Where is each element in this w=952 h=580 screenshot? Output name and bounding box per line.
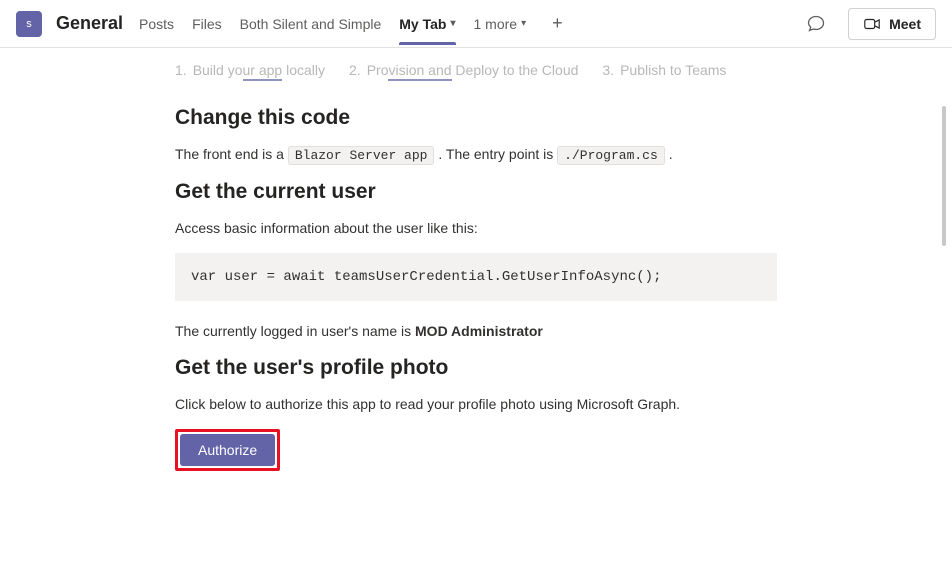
tab-both-silent-simple[interactable]: Both Silent and Simple	[240, 4, 382, 44]
chevron-down-icon: ▾	[521, 18, 526, 29]
tab-posts[interactable]: Posts	[139, 4, 174, 44]
heading-get-user: Get the current user	[175, 180, 777, 204]
step-2[interactable]: 2. Provision and Deploy to the Cloud	[349, 62, 578, 78]
channel-name[interactable]: General	[56, 13, 123, 34]
tab-list: Posts Files Both Silent and Simple My Ta…	[139, 4, 796, 44]
header-actions: Meet	[800, 8, 936, 40]
change-code-text: The front end is a Blazor Server app . T…	[175, 144, 777, 166]
heading-profile-photo: Get the user's profile photo	[175, 356, 777, 380]
logged-in-name: MOD Administrator	[415, 323, 543, 339]
step-3[interactable]: 3. Publish to Teams	[602, 62, 726, 78]
video-icon	[863, 15, 881, 33]
channel-header: s General Posts Files Both Silent and Si…	[0, 0, 952, 48]
step-nav: 1. Build your app locally 2. Provision a…	[175, 48, 777, 78]
chat-icon[interactable]	[800, 8, 832, 40]
highlight-annotation: Authorize	[175, 429, 280, 471]
profile-photo-intro: Click below to authorize this app to rea…	[175, 394, 777, 415]
get-user-intro: Access basic information about the user …	[175, 218, 777, 239]
meet-label: Meet	[889, 16, 921, 32]
tab-label: My Tab	[399, 16, 446, 32]
chevron-down-icon: ▾	[450, 18, 455, 29]
logged-in-text: The currently logged in user's name is M…	[175, 321, 777, 342]
tab-files[interactable]: Files	[192, 4, 222, 44]
code-blazor: Blazor Server app	[288, 146, 435, 165]
tab-more[interactable]: 1 more ▾	[474, 4, 527, 44]
scrollbar[interactable]	[934, 48, 950, 580]
add-tab-button[interactable]: +	[544, 13, 571, 34]
meet-button[interactable]: Meet	[848, 8, 936, 40]
step-1[interactable]: 1. Build your app locally	[175, 62, 325, 78]
authorize-button[interactable]: Authorize	[180, 434, 275, 466]
heading-change-code: Change this code	[175, 106, 777, 130]
code-block-user: var user = await teamsUserCredential.Get…	[175, 253, 777, 301]
app-icon: s	[16, 11, 42, 37]
tab-label: 1 more	[474, 16, 518, 32]
content-area: 1. Build your app locally 2. Provision a…	[0, 48, 952, 580]
code-program: ./Program.cs	[557, 146, 665, 165]
scrollbar-thumb[interactable]	[942, 106, 946, 246]
tab-my-tab[interactable]: My Tab ▾	[399, 4, 455, 44]
